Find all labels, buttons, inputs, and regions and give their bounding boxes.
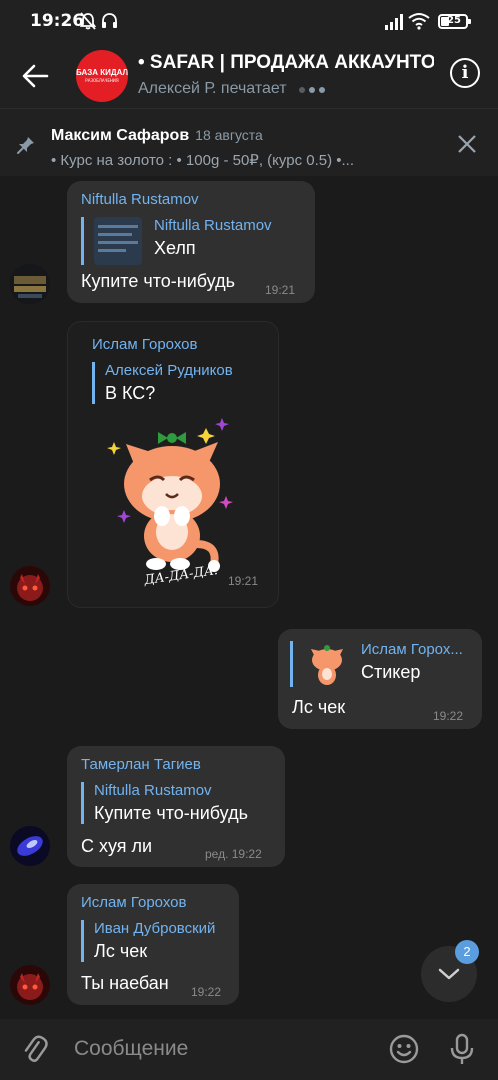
message-bubble[interactable]: Тамерлан Тагиев Niftulla Rustamov Купите… [67, 746, 285, 867]
pinned-text: • Курс на золото : • 100g - 50₽, (курс 0… [51, 152, 355, 169]
battery-icon: 25 [438, 14, 471, 29]
message-bubble[interactable]: Ислам Горохов Иван Дубровский Лс чек Ты … [67, 884, 239, 1005]
avatar-logo-text: БАЗА КИДАЛ [76, 68, 128, 77]
typing-status-text: Алексей Р. печатает [138, 80, 287, 98]
chat-status: Алексей Р. печатает [138, 80, 329, 98]
reply-author: Ислам Горох... [361, 641, 463, 658]
message-sender[interactable]: Ислам Горохов [92, 336, 197, 353]
chat-avatar[interactable]: БАЗА КИДАЛ РАЗОБЛАЧЕНИЯ [76, 50, 128, 102]
message-sender[interactable]: Niftulla Rustamov [81, 191, 199, 208]
avatar-logo-subtext: РАЗОБЛАЧЕНИЯ [85, 78, 119, 83]
close-pinned-icon[interactable] [456, 133, 478, 155]
reply-author: Алексей Рудников [105, 362, 233, 379]
reply-text: Лс чек [94, 941, 148, 961]
pinned-author-name: Максим Сафаров [51, 127, 190, 144]
pinned-date: 18 августа [195, 127, 263, 143]
sticker-message[interactable]: Ислам Горохов Алексей Рудников В КС? ДА-… [67, 321, 279, 608]
typing-dots-icon [299, 80, 329, 98]
message-time: 19:22 [433, 709, 464, 723]
battery-level: 25 [447, 15, 461, 26]
message-time: 19:22 [191, 985, 222, 999]
reply-quote[interactable]: Алексей Рудников В КС? [92, 362, 233, 404]
message-time: ред. 19:22 [205, 847, 262, 861]
chat-title[interactable]: • SAFAR | ПРОДАЖА АККАУНТОВ [138, 52, 434, 74]
avatar-tamerlan[interactable] [10, 826, 50, 866]
mute-bell-icon [80, 12, 96, 30]
message-sender[interactable]: Тамерлан Тагиев [81, 756, 201, 773]
avatar-islam[interactable] [10, 566, 50, 606]
reply-quote[interactable]: Niftulla Rustamov Купите что-нибудь [81, 782, 248, 824]
status-bar: 19:26 25 [0, 0, 498, 44]
own-message-bubble[interactable]: Ислам Горох... Стикер Лс чек 19:22 [278, 629, 482, 729]
info-button[interactable]: i [450, 58, 480, 88]
attach-paperclip-icon[interactable] [20, 1035, 50, 1065]
message-input[interactable]: Сообщение [74, 1037, 188, 1061]
reply-text: В КС? [105, 383, 156, 403]
message-input-bar: Сообщение [0, 1019, 498, 1080]
back-arrow-icon[interactable] [18, 58, 54, 94]
reply-quote[interactable]: Иван Дубровский Лс чек [81, 920, 215, 962]
reply-author: Niftulla Rustamov [94, 782, 212, 799]
wifi-icon [408, 13, 430, 30]
reply-text: Хелп [154, 238, 196, 258]
microphone-icon[interactable] [449, 1033, 475, 1067]
reply-text: Купите что-нибудь [94, 803, 248, 823]
pinned-author: Максим Сафаров 18 августа [51, 127, 263, 145]
message-bubble[interactable]: Niftulla Rustamov Niftulla Rustamov Хелп… [67, 181, 315, 303]
reply-text: Стикер [361, 662, 421, 682]
message-text: Купите что-нибудь [81, 271, 235, 291]
status-time: 19:26 [30, 11, 85, 31]
chat-header: БАЗА КИДАЛ РАЗОБЛАЧЕНИЯ • SAFAR | ПРОДАЖ… [0, 44, 498, 108]
reply-quote[interactable]: Ислам Горох... Стикер [290, 641, 463, 687]
message-time: 19:21 [265, 283, 296, 297]
headset-icon [102, 13, 117, 28]
message-time: 19:21 [228, 574, 259, 588]
reply-author: Иван Дубровский [94, 920, 216, 937]
message-sender[interactable]: Ислам Горохов [81, 894, 186, 911]
message-text: С хуя ли [81, 836, 153, 856]
reply-sticker-thumbnail [311, 645, 343, 685]
pinned-message-bar[interactable]: Максим Сафаров 18 августа • Курс на золот… [0, 108, 498, 176]
emoji-smile-icon[interactable] [388, 1033, 420, 1065]
reply-author: Niftulla Rustamov [154, 217, 272, 234]
chevron-down-icon [438, 968, 460, 980]
avatar-niftulla[interactable] [10, 264, 50, 304]
signal-icon [385, 14, 403, 30]
message-text: Лс чек [292, 697, 346, 717]
reply-quote[interactable]: Niftulla Rustamov Хелп [81, 217, 272, 265]
reply-thumbnail [94, 217, 142, 265]
message-text: Ты наебан [81, 973, 169, 993]
unread-count-badge: 2 [455, 940, 479, 964]
avatar-islam[interactable] [10, 965, 50, 1005]
pin-icon [17, 137, 34, 154]
